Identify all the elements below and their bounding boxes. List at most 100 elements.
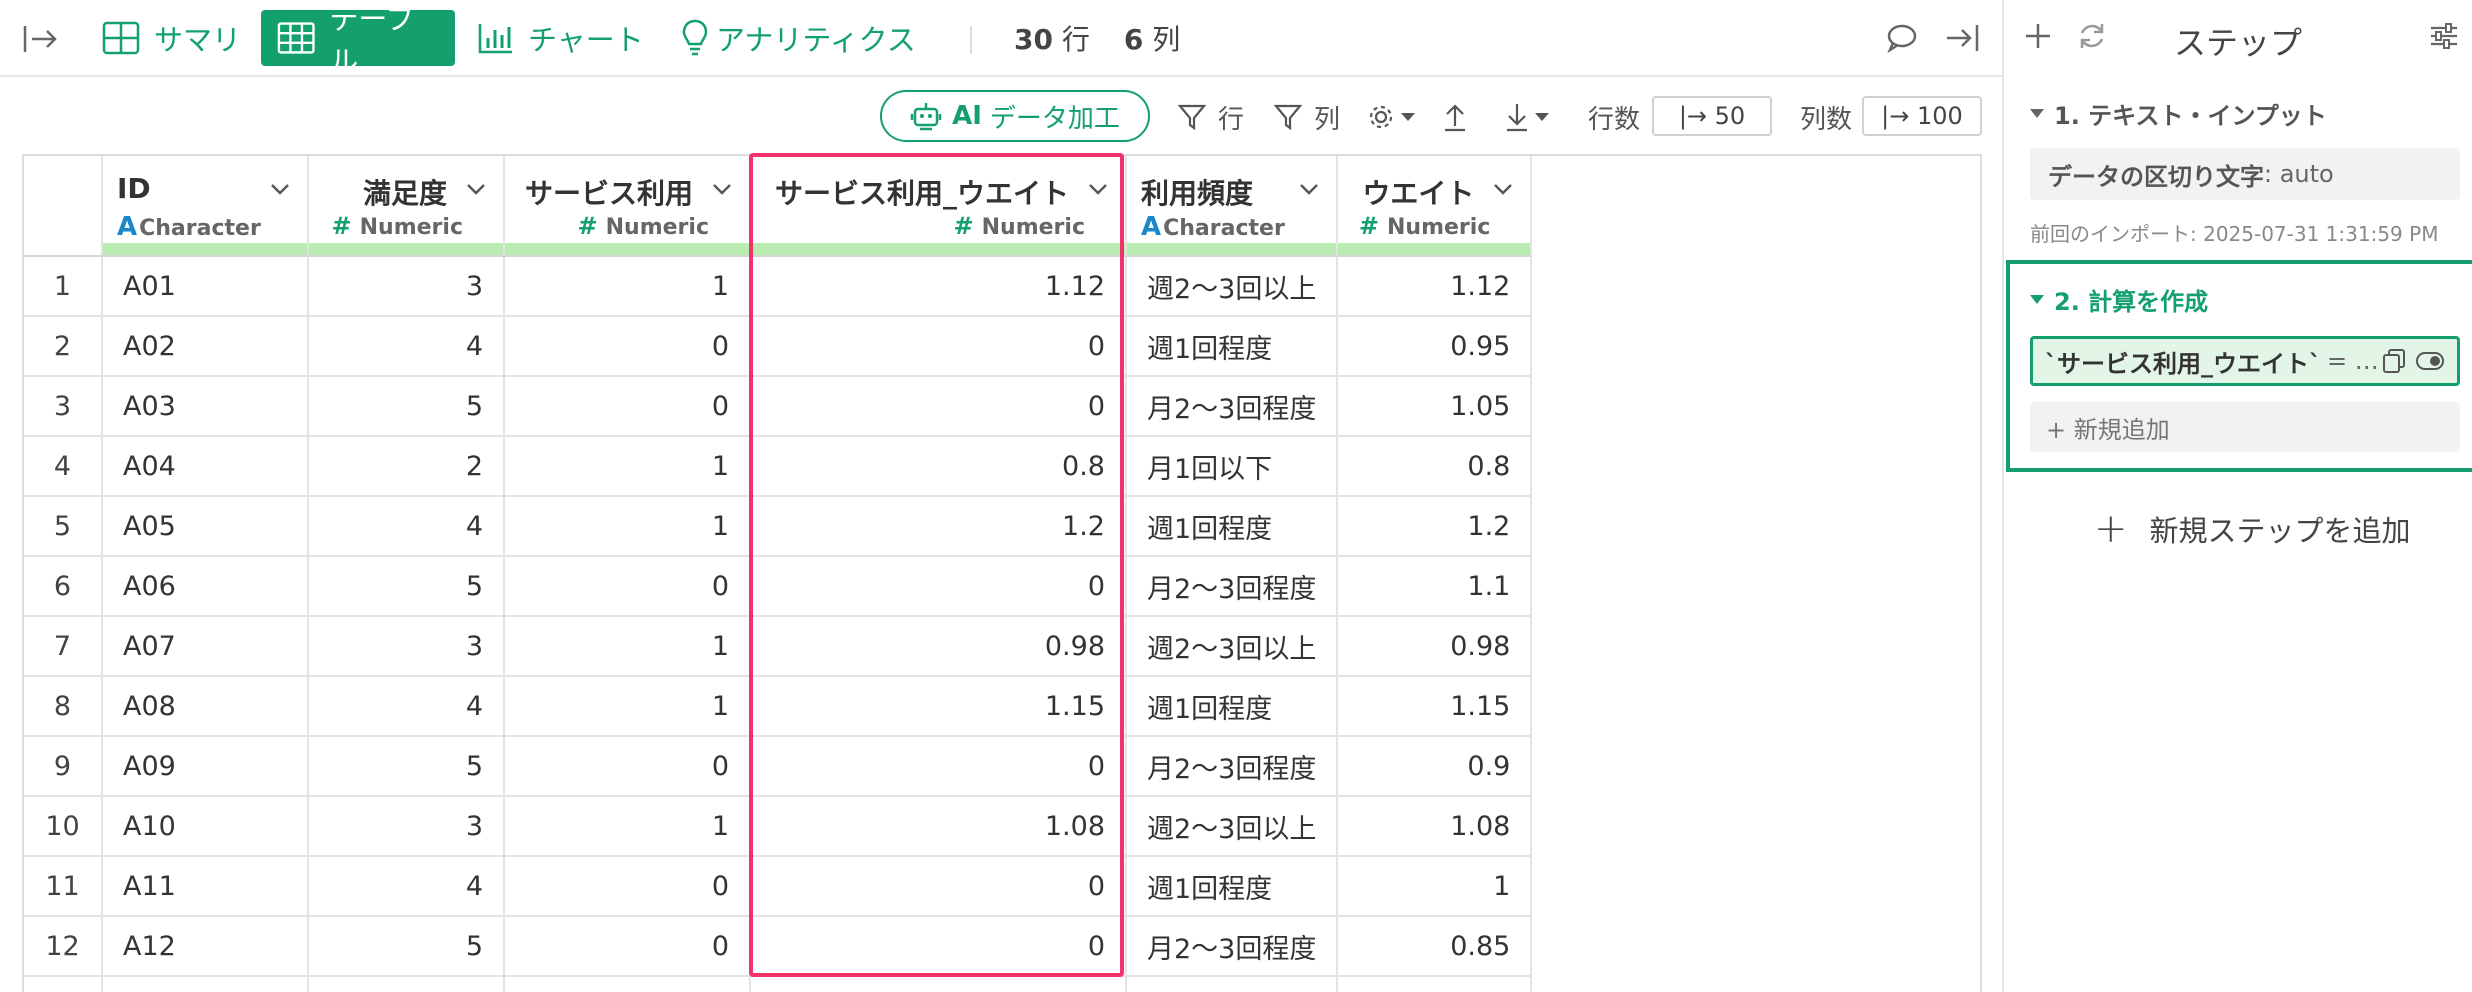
table-cell[interactable]: 0.8 xyxy=(1337,436,1533,497)
table-cell[interactable]: 週2〜3回以上 xyxy=(1126,796,1339,857)
table-cell[interactable]: 1 xyxy=(504,436,751,497)
table-cell[interactable]: 週1回程度 xyxy=(1126,856,1339,917)
table-cell[interactable]: 0.8 xyxy=(750,436,1127,497)
table-cell[interactable]: 週2〜3回以上 xyxy=(1126,616,1339,677)
table-cell[interactable]: 0.98 xyxy=(1337,616,1533,677)
chevron-down-icon[interactable] xyxy=(1087,178,1109,200)
table-cell[interactable]: 0.95 xyxy=(1337,316,1533,377)
copy-icon[interactable] xyxy=(2381,348,2407,374)
table-cell[interactable]: 月2〜3回程度 xyxy=(1126,736,1339,797)
table-cell[interactable]: 2 xyxy=(308,436,505,497)
table-cell[interactable]: 1 xyxy=(504,496,751,557)
table-cell[interactable]: 1 xyxy=(504,616,751,677)
refresh-icon[interactable] xyxy=(2076,20,2112,56)
table-cell[interactable]: A11 xyxy=(102,856,309,917)
table-cell[interactable]: 0 xyxy=(504,856,751,917)
step-1-header[interactable]: 1. テキスト・インプット xyxy=(2030,96,2327,131)
table-cell[interactable]: 3 xyxy=(308,616,505,677)
add-step-button[interactable]: + 新規ステップを追加 xyxy=(2094,506,2411,552)
table-cell[interactable]: A03 xyxy=(102,376,309,437)
table-cell[interactable]: 5 xyxy=(308,916,505,977)
tab-table[interactable]: テーブル xyxy=(261,2,455,78)
table-cell[interactable]: 週1回程度 xyxy=(1126,496,1339,557)
table-cell[interactable]: 5 xyxy=(308,556,505,617)
table-cell[interactable]: A09 xyxy=(102,736,309,797)
table-cell[interactable]: A10 xyxy=(102,796,309,857)
step-2-header[interactable]: 2. 計算を作成 xyxy=(2030,282,2208,317)
table-cell[interactable]: 1 xyxy=(504,796,751,857)
table-cell[interactable]: 1.12 xyxy=(750,256,1127,317)
tab-analytics[interactable]: アナリティクス xyxy=(666,10,932,66)
table-cell[interactable]: 3 xyxy=(308,256,505,317)
column-header[interactable]: サービス利用_ウエイト # Numeric xyxy=(750,156,1127,257)
step-1-setting[interactable]: データの区切り文字 : auto xyxy=(2030,148,2460,200)
calculation-chip[interactable]: `サービス利用_ウエイト` = … xyxy=(2030,336,2460,386)
right-collapse-icon[interactable] xyxy=(1944,20,1984,56)
table-cell[interactable]: 月2〜3回程度 xyxy=(1126,556,1339,617)
sliders-icon[interactable] xyxy=(2428,20,2464,56)
table-cell[interactable]: 4 xyxy=(308,316,505,377)
table-cell[interactable]: 週2〜3回以上 xyxy=(1126,256,1339,317)
cols-limit-input[interactable]: |→ 100 xyxy=(1862,96,1982,136)
table-cell[interactable]: 0 xyxy=(504,316,751,377)
sort-ascending-button[interactable] xyxy=(1442,99,1468,135)
add-calculation-button[interactable]: + 新規追加 xyxy=(2030,402,2460,452)
table-cell[interactable]: 0.9 xyxy=(1337,736,1533,797)
table-cell[interactable]: A02 xyxy=(102,316,309,377)
table-cell[interactable]: 4 xyxy=(308,856,505,917)
table-cell[interactable]: 4 xyxy=(308,496,505,557)
table-cell[interactable]: 0 xyxy=(750,916,1127,977)
table-cell[interactable]: A05 xyxy=(102,496,309,557)
table-cell[interactable]: 週1回程度 xyxy=(1126,676,1339,737)
chevron-down-icon[interactable] xyxy=(465,178,487,200)
table-cell[interactable]: A04 xyxy=(102,436,309,497)
table-cell[interactable]: 0.85 xyxy=(1337,916,1533,977)
settings-menu-button[interactable] xyxy=(1366,99,1416,135)
tab-summary[interactable]: サマリ xyxy=(86,10,257,66)
table-cell[interactable]: 5 xyxy=(308,376,505,437)
table-cell[interactable]: A01 xyxy=(102,256,309,317)
table-cell[interactable]: 週1回程度 xyxy=(1126,316,1339,377)
tab-chart[interactable]: チャート xyxy=(462,10,660,66)
download-menu-button[interactable] xyxy=(1504,99,1550,135)
table-cell[interactable]: 5 xyxy=(308,736,505,797)
table-cell[interactable]: 3 xyxy=(308,796,505,857)
rows-limit-input[interactable]: |→ 50 xyxy=(1652,96,1772,136)
table-cell[interactable]: A07 xyxy=(102,616,309,677)
table-cell[interactable]: 1 xyxy=(504,676,751,737)
table-cell[interactable]: 0 xyxy=(750,856,1127,917)
comment-icon[interactable] xyxy=(1886,20,1926,56)
table-cell[interactable]: 1.2 xyxy=(1337,496,1533,557)
table-cell[interactable]: 1.15 xyxy=(1337,676,1533,737)
column-filter-button[interactable]: 列 xyxy=(1274,99,1340,135)
table-cell[interactable]: 0 xyxy=(504,376,751,437)
table-cell[interactable]: 0 xyxy=(750,316,1127,377)
column-header[interactable]: サービス利用 # Numeric xyxy=(504,156,751,257)
table-cell[interactable]: 0 xyxy=(750,376,1127,437)
table-cell[interactable]: 1.08 xyxy=(750,796,1127,857)
table-cell[interactable]: 1.12 xyxy=(1337,256,1533,317)
table-cell[interactable]: 1.1 xyxy=(1337,556,1533,617)
table-cell[interactable]: 0.98 xyxy=(750,616,1127,677)
column-header[interactable]: ID ACharacter xyxy=(102,156,309,257)
table-cell[interactable]: 0 xyxy=(504,736,751,797)
add-icon[interactable] xyxy=(2022,20,2058,56)
toggle-visibility-icon[interactable] xyxy=(2415,350,2445,372)
column-header[interactable]: 満足度 # Numeric xyxy=(308,156,505,257)
column-header[interactable]: ウエイト # Numeric xyxy=(1337,156,1533,257)
table-cell[interactable]: A12 xyxy=(102,916,309,977)
table-cell[interactable]: A06 xyxy=(102,556,309,617)
table-cell[interactable]: 1.08 xyxy=(1337,796,1533,857)
ai-data-wrangling-button[interactable]: AI データ加工 xyxy=(880,90,1150,142)
table-cell[interactable]: 1.05 xyxy=(1337,376,1533,437)
table-cell[interactable]: 月2〜3回程度 xyxy=(1126,916,1339,977)
table-cell[interactable]: 1.2 xyxy=(750,496,1127,557)
table-cell[interactable]: 1.15 xyxy=(750,676,1127,737)
table-cell[interactable]: 月2〜3回程度 xyxy=(1126,376,1339,437)
chevron-down-icon[interactable] xyxy=(1492,178,1514,200)
row-filter-button[interactable]: 行 xyxy=(1178,99,1244,135)
table-cell[interactable]: 4 xyxy=(308,676,505,737)
table-cell[interactable]: 1 xyxy=(1337,856,1533,917)
table-cell[interactable]: 月1回以下 xyxy=(1126,436,1339,497)
table-cell[interactable]: 0 xyxy=(504,916,751,977)
